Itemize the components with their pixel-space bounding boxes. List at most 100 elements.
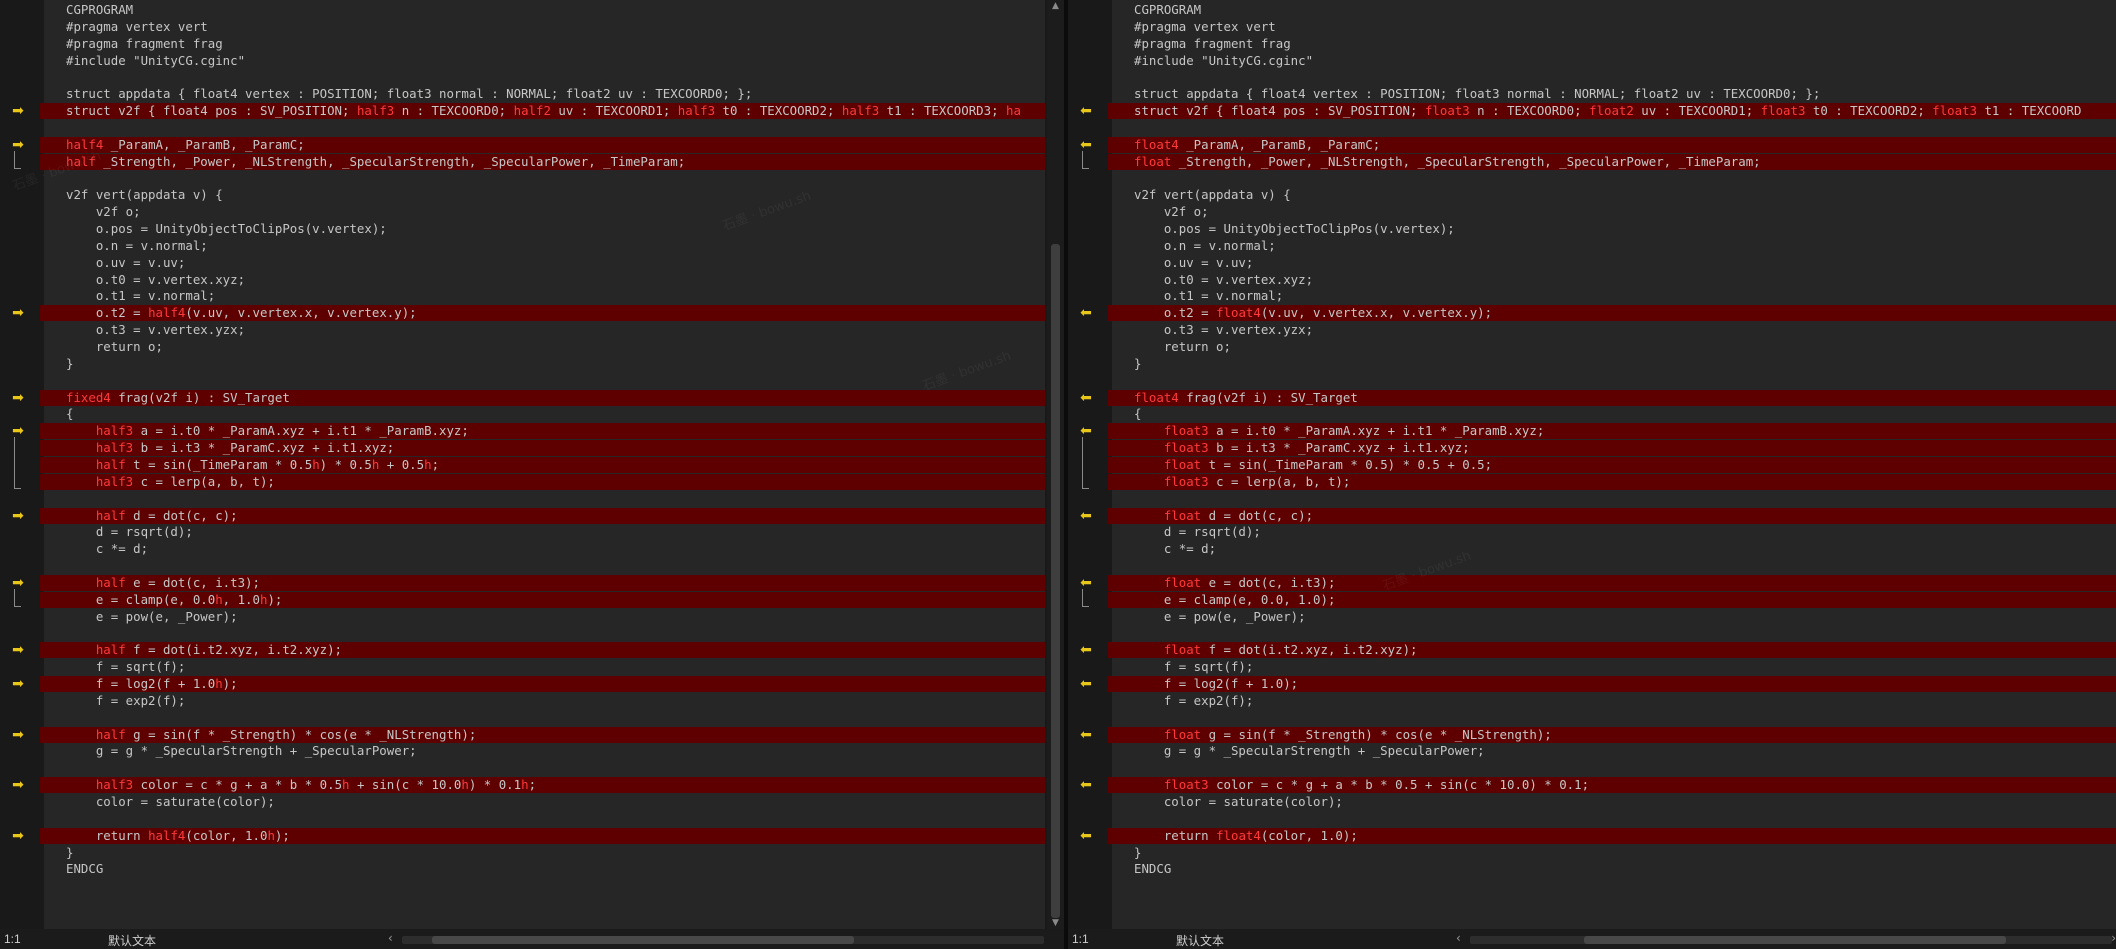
- code-token: t = sin(_TimeParam * 0.5) * 0.5 + 0.5;: [1201, 456, 1493, 472]
- left-vertical-scrollbar[interactable]: ▲ ▼: [1047, 0, 1064, 929]
- code-line: o.uv = v.uv;: [44, 255, 1045, 271]
- right-horizontal-scroll-thumb[interactable]: [1584, 936, 2006, 944]
- scroll-left-icon[interactable]: ‹: [388, 931, 393, 945]
- right-horizontal-scrollbar[interactable]: ‹ ›: [1452, 931, 2116, 945]
- arrow-right-icon[interactable]: ➡: [10, 642, 26, 658]
- changed-token: half3: [677, 103, 716, 119]
- code-token: t0 : TEXCOORD2;: [1805, 103, 1933, 119]
- arrow-right-icon[interactable]: ➡: [10, 676, 26, 692]
- code-text: struct v2f { float4 pos : SV_POSITION; h…: [66, 103, 1021, 119]
- code-token: color = saturate(color);: [1134, 793, 1343, 809]
- changed-token: h: [215, 676, 223, 691]
- left-code-area[interactable]: CGPROGRAM #pragma vertex vert #pragma frag…: [44, 0, 1045, 929]
- code-token: ENDCG: [1134, 861, 1172, 877]
- diff-line: float g = sin(f * _Strength) * cos(e * _…: [1112, 726, 2116, 743]
- changed-token: float4: [1216, 827, 1261, 843]
- arrow-left-icon[interactable]: ⬅: [1078, 828, 1094, 844]
- scroll-up-icon[interactable]: ▲: [1047, 0, 1064, 12]
- code-line: o.t0 = v.vertex.xyz;: [1112, 272, 2116, 288]
- arrow-right-icon[interactable]: ➡: [10, 508, 26, 524]
- changed-token: half: [95, 726, 126, 742]
- code-token: o.t2 =: [1134, 305, 1217, 321]
- code-line: o.n = v.normal;: [44, 238, 1045, 254]
- code-token: d = rsqrt(d);: [1134, 524, 1261, 540]
- code-token: e = clamp(e, 0.0, 1.0);: [1134, 591, 1336, 607]
- code-token: v2f vert(appdata v) {: [66, 187, 223, 203]
- code-token: #pragma fragment frag: [66, 35, 223, 51]
- right-code-area[interactable]: CGPROGRAM #pragma vertex vert #pragma frag…: [1112, 0, 2116, 929]
- arrow-right-icon[interactable]: ➡: [10, 777, 26, 793]
- code-line: }: [1112, 845, 2116, 861]
- code-token: frag(v2f i) : SV_Target: [1178, 389, 1358, 405]
- code-text: o.uv = v.uv;: [1134, 255, 1254, 271]
- encoding-label[interactable]: 默认文本: [108, 932, 156, 949]
- code-token: e = pow(e, _Power);: [66, 608, 238, 624]
- left-status-bar: 1:1 默认文本 ‹: [0, 929, 1064, 949]
- arrow-left-icon[interactable]: ⬅: [1078, 103, 1094, 119]
- code-token: t = sin(_TimeParam * 0.5: [125, 456, 313, 472]
- diff-line: half f = dot(i.t2.xyz, i.t2.xyz);: [44, 642, 1045, 659]
- code-line: e = pow(e, _Power);: [1112, 609, 2116, 625]
- diff-line: o.t2 = half4(v.uv, v.vertex.x, v.vertex.…: [44, 305, 1045, 322]
- changed-token: h: [461, 777, 469, 793]
- code-token: }: [1134, 844, 1142, 860]
- code-text: {: [66, 406, 73, 422]
- scroll-down-icon[interactable]: ▼: [1047, 917, 1064, 929]
- arrow-left-icon[interactable]: ⬅: [1078, 676, 1094, 692]
- left-horizontal-scroll-thumb[interactable]: [432, 936, 854, 944]
- code-line: e = pow(e, _Power);: [44, 609, 1045, 625]
- arrow-right-icon[interactable]: ➡: [10, 828, 26, 844]
- code-token: );: [222, 676, 238, 691]
- right-gutter: ⬅ ⬅ ⬅ ⬅ ⬅ ⬅ ⬅ ⬅ ⬅ ⬅ ⬅ ⬅: [1068, 0, 1112, 929]
- arrow-left-icon[interactable]: ⬅: [1078, 305, 1094, 321]
- code-text: float t = sin(_TimeParam * 0.5) * 0.5 + …: [1134, 457, 1492, 473]
- changed-token: float: [1163, 574, 1202, 590]
- arrow-left-icon[interactable]: ⬅: [1078, 508, 1094, 524]
- arrow-right-icon[interactable]: ➡: [10, 390, 26, 406]
- diff-line: f = log2(f + 1.0h);: [44, 676, 1045, 692]
- code-line: f = sqrt(f);: [1112, 659, 2116, 675]
- code-text: #include "UnityCG.cginc": [66, 53, 245, 69]
- arrow-left-icon[interactable]: ⬅: [1078, 390, 1094, 406]
- code-line: #pragma vertex vert: [44, 19, 1045, 35]
- arrow-left-icon[interactable]: ⬅: [1078, 642, 1094, 658]
- code-text: e = pow(e, _Power);: [66, 609, 238, 625]
- arrow-right-icon[interactable]: ➡: [10, 103, 26, 119]
- diff-line: float e = dot(c, i.t3);: [1112, 574, 2116, 591]
- arrow-left-icon[interactable]: ⬅: [1078, 777, 1094, 793]
- left-horizontal-scrollbar[interactable]: ‹: [384, 931, 1048, 945]
- code-text: struct appdata { float4 vertex : POSITIO…: [66, 86, 752, 102]
- changed-token: float2: [1589, 103, 1634, 119]
- encoding-label[interactable]: 默认文本: [1176, 932, 1224, 949]
- code-text: ENDCG: [66, 861, 103, 877]
- code-token: v2f vert(appdata v) {: [1134, 187, 1291, 203]
- code-token: (v.uv, v.vertex.x, v.vertex.y);: [1260, 305, 1493, 321]
- code-token: f = sqrt(f);: [1134, 659, 1254, 675]
- code-token: struct appdata { float4 vertex : POSITIO…: [66, 86, 753, 102]
- scroll-right-icon[interactable]: ›: [2111, 931, 2116, 945]
- code-line: f = exp2(f);: [44, 693, 1045, 709]
- code-text: color = saturate(color);: [66, 794, 275, 810]
- diff-line: float _Strength, _Power, _NLStrength, _S…: [1112, 153, 2116, 170]
- code-token: o.t1 = v.normal;: [1134, 288, 1284, 304]
- arrow-right-icon[interactable]: ➡: [10, 727, 26, 743]
- diff-line: float3 b = i.t3 * _ParamC.xyz + i.t1.xyz…: [1112, 440, 2116, 457]
- code-token: o.pos = UnityObjectToClipPos(v.vertex);: [66, 221, 387, 237]
- code-text: f = log2(f + 1.0);: [1134, 676, 1298, 692]
- arrow-left-icon[interactable]: ⬅: [1078, 727, 1094, 743]
- code-token: return: [66, 827, 149, 843]
- scroll-left-icon[interactable]: ‹: [1456, 931, 1461, 945]
- arrow-right-icon[interactable]: ➡: [10, 305, 26, 321]
- left-vertical-scroll-thumb[interactable]: [1051, 244, 1060, 918]
